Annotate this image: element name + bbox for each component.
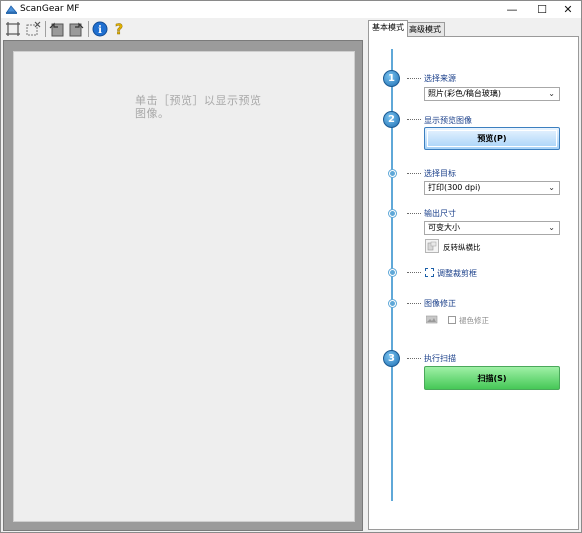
execute-scan-label: 执行扫描 [424, 354, 456, 363]
step-number: 2 [388, 114, 395, 125]
rotate-right-button[interactable] [67, 20, 85, 38]
preview-button-highlight [427, 130, 557, 147]
tab-advanced-mode[interactable]: 高级模式 [405, 22, 445, 37]
image-correction-label: 图像修正 [424, 299, 456, 308]
tab-label: 高级模式 [409, 25, 441, 34]
adjust-crop-label[interactable]: 调整裁剪框 [437, 268, 477, 279]
rotate-left-button[interactable] [48, 20, 66, 38]
minimize-button[interactable]: — [498, 1, 526, 18]
scan-button-label: 扫描(S) [477, 373, 507, 383]
display-preview-label: 显示预览图像 [424, 116, 472, 125]
scangear-window: ScanGear MF — ☐ ✕ i ? 单击［预览］以显示预览图像。 基本模… [0, 0, 582, 533]
connector-dots [407, 119, 421, 120]
info-button[interactable]: i [91, 20, 109, 38]
preview-toolbar: i ? [1, 18, 365, 40]
rotate-left-icon [49, 22, 64, 37]
fade-correction-icon [425, 312, 439, 326]
help-icon: ? [115, 22, 124, 37]
invert-aspect-icon [427, 241, 437, 251]
basic-mode-body: 1 选择来源 照片(彩色/稿台玻璃) ⌄ 2 显示预览图像 预览(P) 选择目标 [368, 36, 579, 530]
minimize-icon: — [506, 3, 518, 16]
timeline-node [389, 300, 396, 307]
info-icon: i [92, 21, 108, 37]
timeline-node [389, 210, 396, 217]
chevron-down-icon: ⌄ [548, 223, 555, 232]
scan-button[interactable]: 扫描(S) [424, 366, 560, 390]
source-select-value: 照片(彩色/稿台玻璃) [428, 89, 501, 98]
timeline-node [389, 170, 396, 177]
fade-correction-checkbox[interactable] [448, 316, 456, 324]
preview-button[interactable]: 预览(P) [424, 127, 560, 150]
step-2-badge: 2 [383, 111, 400, 128]
toolbar-separator [45, 21, 46, 37]
invert-aspect-ratio-button[interactable] [425, 239, 439, 253]
preview-page[interactable]: 单击［预览］以显示预览图像。 [13, 51, 355, 522]
preview-area[interactable]: 单击［预览］以显示预览图像。 [3, 40, 363, 531]
tab-label: 基本模式 [372, 23, 404, 32]
close-icon: ✕ [563, 3, 573, 16]
settings-panel: 基本模式 高级模式 1 选择来源 照片(彩色/稿台玻璃) ⌄ 2 显示预览图像 [366, 18, 581, 532]
step-1-badge: 1 [383, 70, 400, 87]
output-size-select[interactable]: 可变大小 ⌄ [424, 221, 560, 235]
clear-crop-button[interactable] [24, 20, 42, 38]
clear-crop-icon [26, 21, 41, 36]
timeline-node [389, 269, 396, 276]
source-select[interactable]: 照片(彩色/稿台玻璃) ⌄ [424, 87, 560, 101]
select-source-label: 选择来源 [424, 74, 456, 83]
invert-aspect-ratio-label: 反转纵横比 [443, 243, 481, 252]
step-3-badge: 3 [383, 350, 400, 367]
step-number: 3 [388, 353, 395, 364]
destination-select-value: 打印(300 dpi) [428, 183, 481, 192]
fade-correction-label: 褪色修正 [459, 316, 489, 325]
tab-basic-mode[interactable]: 基本模式 [368, 20, 408, 37]
chevron-down-icon: ⌄ [548, 183, 555, 192]
crop-frame-icon [6, 22, 20, 36]
help-button[interactable]: ? [110, 20, 128, 38]
connector-dots [407, 303, 421, 304]
step-number: 1 [388, 73, 395, 84]
connector-dots [407, 272, 421, 273]
destination-select[interactable]: 打印(300 dpi) ⌄ [424, 181, 560, 195]
preview-hint-text: 单击［预览］以显示预览图像。 [135, 94, 262, 120]
maximize-icon: ☐ [537, 3, 547, 16]
close-button[interactable]: ✕ [554, 1, 582, 18]
maximize-button[interactable]: ☐ [528, 1, 556, 18]
connector-dots [407, 358, 421, 359]
connector-dots [407, 78, 421, 79]
connector-dots [407, 173, 421, 174]
rotate-right-icon [69, 22, 84, 37]
output-size-select-value: 可变大小 [428, 223, 460, 232]
svg-text:i: i [98, 25, 102, 36]
select-destination-label: 选择目标 [424, 169, 456, 178]
toolbar-separator [88, 21, 89, 37]
crop-frame-button[interactable] [4, 20, 22, 38]
app-icon [6, 5, 17, 14]
svg-text:?: ? [115, 22, 123, 37]
window-title: ScanGear MF [20, 4, 80, 14]
title-bar: ScanGear MF — ☐ ✕ [1, 1, 581, 18]
output-size-label: 输出尺寸 [424, 209, 456, 218]
crop-frame-icon[interactable] [425, 268, 434, 277]
connector-dots [407, 213, 421, 214]
chevron-down-icon: ⌄ [548, 89, 555, 98]
